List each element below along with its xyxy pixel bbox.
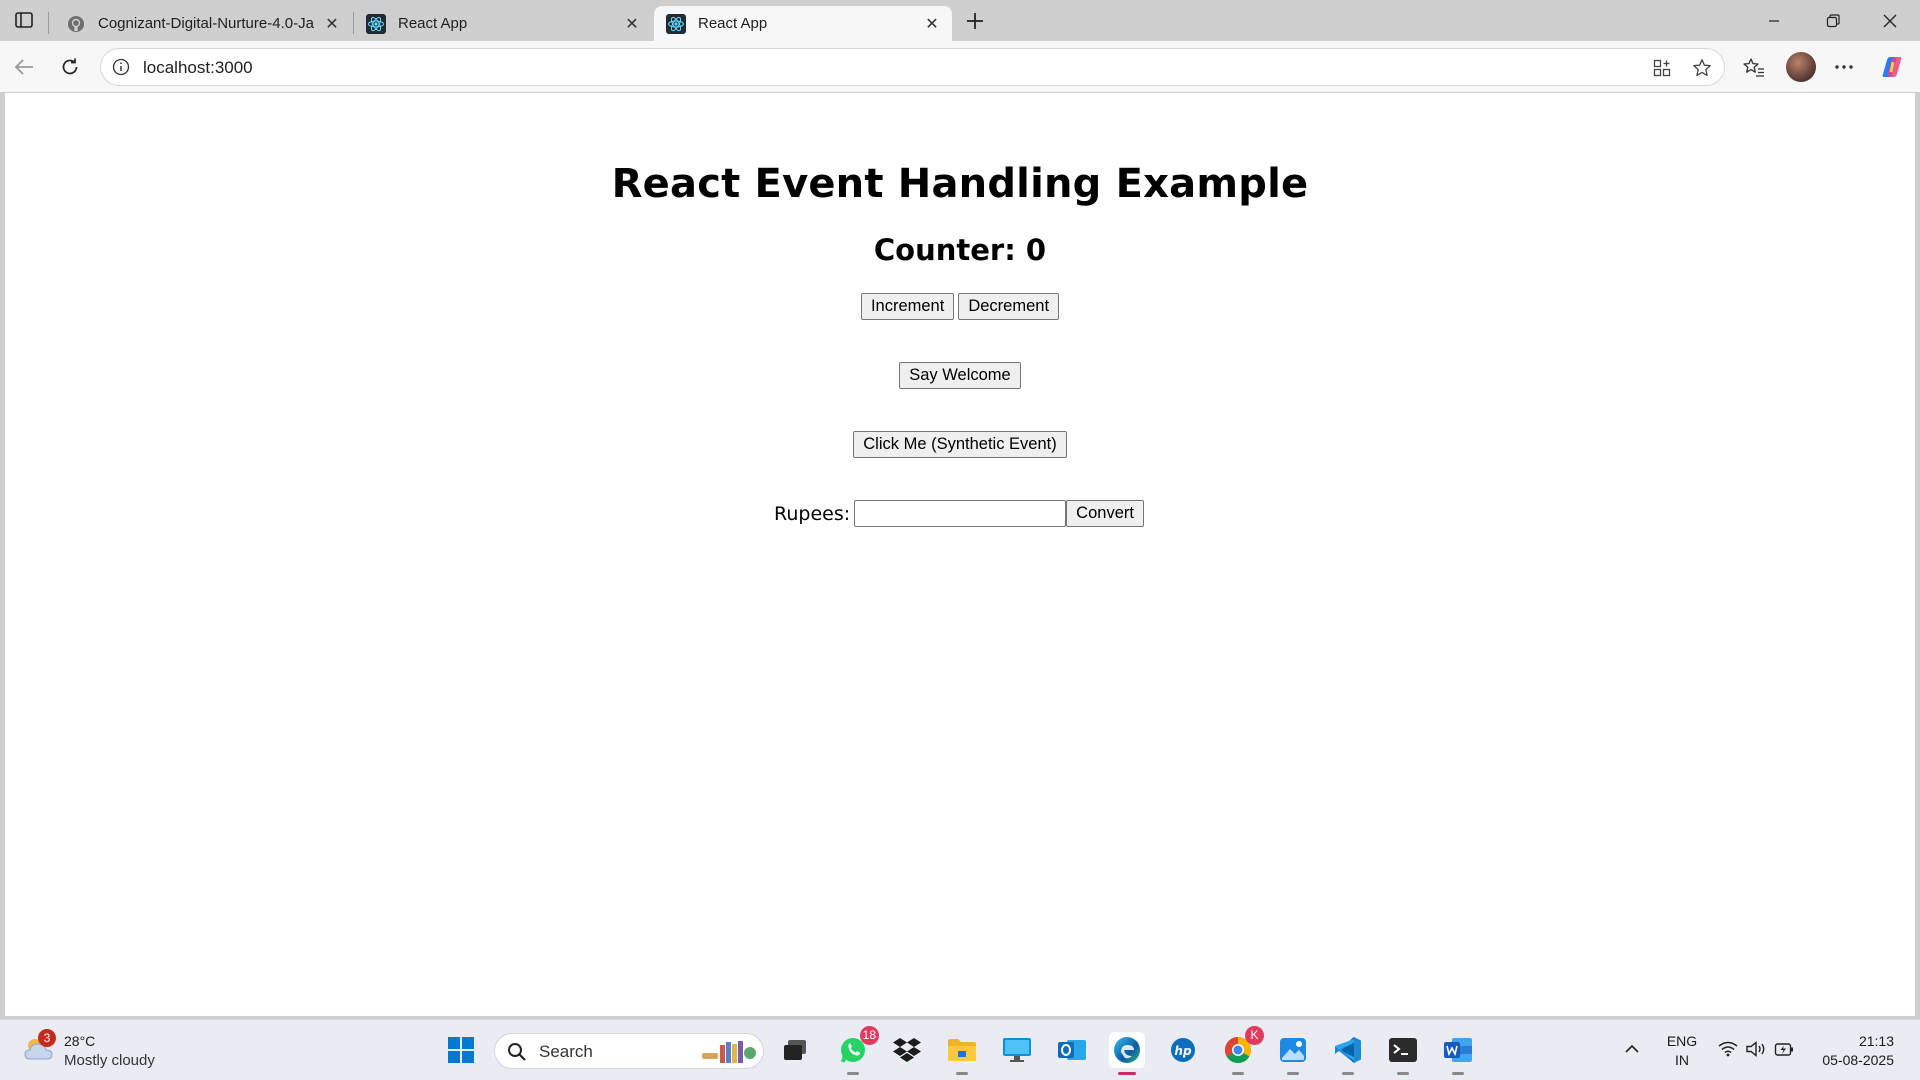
running-indicator (956, 1072, 968, 1075)
remote-desktop-icon[interactable] (999, 1032, 1035, 1068)
hp-icon[interactable]: hp (1165, 1032, 1201, 1068)
terminal-icon[interactable] (1385, 1032, 1421, 1075)
dropbox-icon[interactable] (889, 1032, 925, 1068)
edge-browser-icon[interactable] (1109, 1032, 1145, 1075)
github-icon (66, 14, 86, 34)
volume-icon[interactable] (1744, 1034, 1768, 1064)
photos-icon[interactable] (1275, 1032, 1311, 1075)
synthetic-event-button[interactable]: Click Me (Synthetic Event) (853, 431, 1067, 458)
tab-title: React App (698, 15, 768, 32)
file-explorer-icon[interactable] (944, 1032, 980, 1075)
synthetic-event-row: Click Me (Synthetic Event) (5, 431, 1915, 458)
page-title: React Event Handling Example (611, 161, 1309, 207)
browser-toolbar: localhost:3000 (0, 41, 1920, 92)
new-tab-icon[interactable] (960, 7, 990, 35)
running-indicator (1287, 1072, 1299, 1075)
weather-condition-text: Mostly cloudy (64, 1052, 155, 1069)
say-welcome-button[interactable]: Say Welcome (899, 362, 1021, 389)
weather-widget[interactable]: 3 28°C Mostly cloudy (20, 1029, 180, 1073)
currency-converter: Rupees: Convert (5, 500, 1915, 527)
running-indicator (1397, 1072, 1409, 1075)
search-highlight-books-icon (700, 1037, 760, 1067)
react-icon (666, 13, 686, 34)
rupees-input[interactable] (854, 500, 1067, 527)
whatsapp-notification-badge: 18 (859, 1026, 879, 1045)
running-indicator (1232, 1072, 1244, 1075)
restore-icon[interactable] (1810, 4, 1856, 38)
minimize-icon[interactable] (1751, 4, 1797, 38)
favorites-icon[interactable] (1738, 51, 1770, 83)
site-info-icon[interactable] (111, 57, 131, 77)
chrome-icon[interactable]: K (1220, 1026, 1264, 1075)
temperature-text: 28°C (64, 1033, 96, 1049)
language-code: ENG (1666, 1033, 1698, 1049)
convert-button[interactable]: Convert (1066, 500, 1144, 527)
taskbar-search[interactable]: Search (494, 1033, 764, 1069)
app-available-icon[interactable] (1651, 57, 1673, 79)
counter-display: Counter: 0 (873, 233, 1047, 267)
windows-taskbar: 3 28°C Mostly cloudy Search 18 hp K ENG … (0, 1019, 1920, 1080)
running-indicator (1342, 1072, 1354, 1075)
whatsapp-icon[interactable]: 18 (835, 1026, 879, 1075)
url-text: localhost:3000 (143, 58, 253, 77)
back-arrow-icon[interactable] (8, 51, 40, 83)
favorite-star-icon[interactable] (1691, 57, 1713, 79)
windows-start-icon[interactable] (443, 1032, 479, 1068)
welcome-row: Say Welcome (5, 362, 1915, 389)
decrement-button[interactable]: Decrement (958, 293, 1060, 320)
active-indicator (1118, 1072, 1136, 1075)
search-placeholder: Search (539, 1042, 593, 1061)
outlook-icon[interactable] (1054, 1032, 1090, 1068)
vscode-icon[interactable] (1330, 1032, 1366, 1075)
weather-alert-badge: 3 (38, 1029, 56, 1047)
counter-controls: Increment Decrement (5, 293, 1915, 320)
close-tab-icon[interactable]: ✕ (322, 14, 342, 34)
show-hidden-icons-icon[interactable] (1620, 1034, 1644, 1064)
tab-title: React App (398, 15, 468, 32)
battery-icon[interactable] (1772, 1034, 1796, 1064)
tab-github[interactable]: Cognizant-Digital-Nurture-4.0-Ja ✕ (54, 6, 352, 41)
chrome-profile-badge: K (1245, 1026, 1264, 1045)
task-view-icon[interactable] (778, 1032, 814, 1068)
tab-actions-icon[interactable] (10, 8, 38, 32)
rupees-label: Rupees: (774, 502, 851, 525)
tab-react-app-1[interactable]: React App ✕ (354, 6, 652, 41)
address-bar[interactable]: localhost:3000 (100, 48, 1725, 86)
browser-tab-strip: Cognizant-Digital-Nurture-4.0-Ja ✕ React… (0, 0, 1920, 41)
close-window-icon[interactable] (1867, 4, 1913, 38)
svg-text:hp: hp (1174, 1044, 1192, 1058)
more-options-icon[interactable] (1828, 51, 1860, 83)
profile-avatar[interactable] (1786, 52, 1816, 82)
clock-date: 05-08-2025 (1822, 1052, 1894, 1068)
tab-separator (48, 12, 49, 34)
tab-title: Cognizant-Digital-Nurture-4.0-Ja (98, 15, 314, 32)
wifi-icon[interactable] (1716, 1034, 1740, 1064)
tab-react-app-active[interactable]: React App ✕ (654, 6, 952, 41)
word-icon[interactable] (1440, 1032, 1476, 1075)
system-clock[interactable]: 21:13 05-08-2025 (1808, 1032, 1894, 1070)
copilot-icon[interactable] (1876, 51, 1908, 83)
react-app: React Event Handling Example Counter: 0 … (5, 161, 1915, 527)
react-icon (366, 13, 386, 34)
search-icon (507, 1042, 527, 1062)
input-language[interactable]: ENG IN (1664, 1032, 1700, 1070)
running-indicator (847, 1072, 859, 1075)
clock-time: 21:13 (1858, 1033, 1894, 1049)
increment-button[interactable]: Increment (860, 293, 955, 320)
page-viewport: React Event Handling Example Counter: 0 … (5, 93, 1915, 1016)
reload-icon[interactable] (54, 51, 86, 83)
close-tab-icon[interactable]: ✕ (922, 14, 942, 34)
language-region: IN (1675, 1052, 1689, 1068)
close-tab-icon[interactable]: ✕ (622, 14, 642, 34)
running-indicator (1452, 1072, 1464, 1075)
